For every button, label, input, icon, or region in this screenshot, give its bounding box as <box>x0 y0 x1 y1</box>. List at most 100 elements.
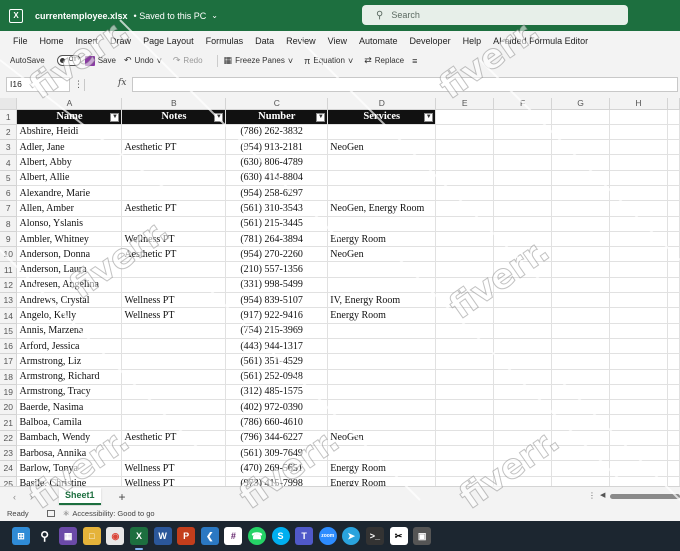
cell[interactable] <box>551 139 611 156</box>
filter-dropdown-icon[interactable]: ▼ <box>214 112 224 122</box>
cell[interactable] <box>435 246 495 263</box>
freeze-panes-button[interactable]: ▦ Freeze Panes ˅ <box>224 55 297 66</box>
tab-home[interactable]: Home <box>34 36 70 46</box>
cell[interactable] <box>609 414 668 431</box>
cell-services[interactable] <box>327 414 437 431</box>
cell[interactable] <box>609 124 668 141</box>
cell[interactable] <box>551 109 611 125</box>
cell[interactable] <box>667 338 680 355</box>
autosave-toggle[interactable]: Off <box>56 55 81 66</box>
cell-name[interactable]: Anderson, Donna <box>16 246 123 263</box>
cell-services[interactable] <box>327 384 437 401</box>
cell-notes[interactable] <box>121 277 227 294</box>
cell-number[interactable]: (561) 215-3445 <box>225 216 329 232</box>
cell-notes[interactable] <box>121 353 227 370</box>
zoom-icon[interactable]: zoom <box>318 527 337 545</box>
scroll-left-icon[interactable]: ◀ <box>600 491 605 499</box>
cell[interactable] <box>551 231 611 248</box>
cell[interactable] <box>551 460 611 477</box>
row-number[interactable]: 12 <box>0 277 18 294</box>
cell[interactable] <box>551 369 611 385</box>
cell[interactable] <box>435 200 495 217</box>
cell-name[interactable]: Adler, Jane <box>16 139 123 156</box>
cell[interactable] <box>493 200 553 217</box>
cell-number[interactable]: (630) 414-8804 <box>225 170 329 186</box>
cell[interactable] <box>667 124 680 141</box>
column-header[interactable]: D <box>327 98 437 110</box>
insert-function-button[interactable]: fx <box>118 78 126 88</box>
cell[interactable] <box>435 277 495 294</box>
row-number[interactable]: 1 <box>0 109 18 125</box>
chevron-right-icon[interactable]: › <box>30 492 33 502</box>
cell-name[interactable]: Barbosa, Annika <box>16 445 123 462</box>
cell[interactable] <box>435 185 495 202</box>
more-options-icon[interactable]: ⋮ <box>588 491 596 500</box>
cell[interactable] <box>667 139 680 156</box>
accessibility-status[interactable]: ⚛ Accessibility: Good to go <box>63 509 155 518</box>
cell[interactable] <box>667 430 680 447</box>
cell[interactable] <box>551 200 611 217</box>
cell[interactable] <box>667 185 680 202</box>
cell[interactable] <box>493 216 553 232</box>
cell[interactable] <box>435 430 495 447</box>
cell[interactable] <box>609 277 668 294</box>
tab-insert[interactable]: Insert <box>70 36 105 46</box>
cell-notes[interactable] <box>121 185 227 202</box>
cell-number[interactable]: (210) 557-1356 <box>225 261 329 278</box>
cell[interactable] <box>493 460 553 477</box>
cell[interactable] <box>551 154 611 171</box>
cell[interactable] <box>435 139 495 156</box>
cell[interactable] <box>667 353 680 370</box>
cell[interactable] <box>493 430 553 447</box>
widgets-icon[interactable]: ▦ <box>59 527 78 545</box>
cell[interactable] <box>493 139 553 156</box>
row-number[interactable]: 20 <box>0 399 18 416</box>
cell-notes[interactable] <box>121 369 227 385</box>
cell[interactable] <box>609 216 668 232</box>
cell-name[interactable]: Anderson, Laura <box>16 261 123 278</box>
cell-name[interactable]: Balboa, Camila <box>16 414 123 431</box>
cell-number[interactable]: (786) 660-4610 <box>225 414 329 431</box>
horizontal-scrollbar[interactable] <box>610 494 680 499</box>
cell[interactable] <box>667 170 680 186</box>
cell-number[interactable]: (954) 839-5107 <box>225 292 329 309</box>
row-number[interactable]: 8 <box>0 216 18 232</box>
cell-services[interactable] <box>327 323 437 339</box>
column-header[interactable]: F <box>493 98 553 110</box>
photos-icon[interactable]: ▣ <box>413 527 432 545</box>
row-number[interactable]: 4 <box>0 154 18 171</box>
cell-name[interactable]: Abshire, Heidi <box>16 124 123 141</box>
cell-notes[interactable] <box>121 124 227 141</box>
row-number[interactable]: 6 <box>0 185 18 202</box>
cell[interactable] <box>435 216 495 232</box>
cell[interactable] <box>609 430 668 447</box>
vscode-icon[interactable]: ❮ <box>200 527 219 545</box>
cell[interactable] <box>551 277 611 294</box>
cell-notes[interactable] <box>121 154 227 171</box>
cell-notes[interactable]: Wellness PT <box>121 307 227 324</box>
cell[interactable] <box>609 246 668 263</box>
formula-input[interactable] <box>132 77 678 92</box>
cell-number[interactable]: (561) 310-3543 <box>225 200 329 217</box>
cell[interactable] <box>551 216 611 232</box>
cell[interactable] <box>435 292 495 309</box>
cell[interactable] <box>435 384 495 401</box>
cell[interactable] <box>667 476 680 486</box>
cell-number[interactable]: (561) 351-4529 <box>225 353 329 370</box>
excel-icon[interactable]: X <box>129 527 148 550</box>
cell-name[interactable]: Angelo, Kelly <box>16 307 123 324</box>
cell[interactable] <box>551 414 611 431</box>
cell[interactable] <box>667 460 680 477</box>
cell-number[interactable]: (754) 215-3969 <box>225 323 329 339</box>
cell[interactable] <box>493 261 553 278</box>
column-header[interactable] <box>667 98 680 110</box>
cell-number[interactable]: (630) 806-4789 <box>225 154 329 171</box>
filter-dropdown-icon[interactable]: ▼ <box>316 112 326 122</box>
cell-notes[interactable] <box>121 399 227 416</box>
row-number[interactable]: 11 <box>0 261 18 278</box>
cell-services[interactable] <box>327 170 437 186</box>
cell[interactable] <box>667 216 680 232</box>
cell-notes[interactable]: Aesthetic PT <box>121 430 227 447</box>
cell[interactable] <box>667 399 680 416</box>
redo-button[interactable]: ↷ Redo <box>173 55 203 66</box>
